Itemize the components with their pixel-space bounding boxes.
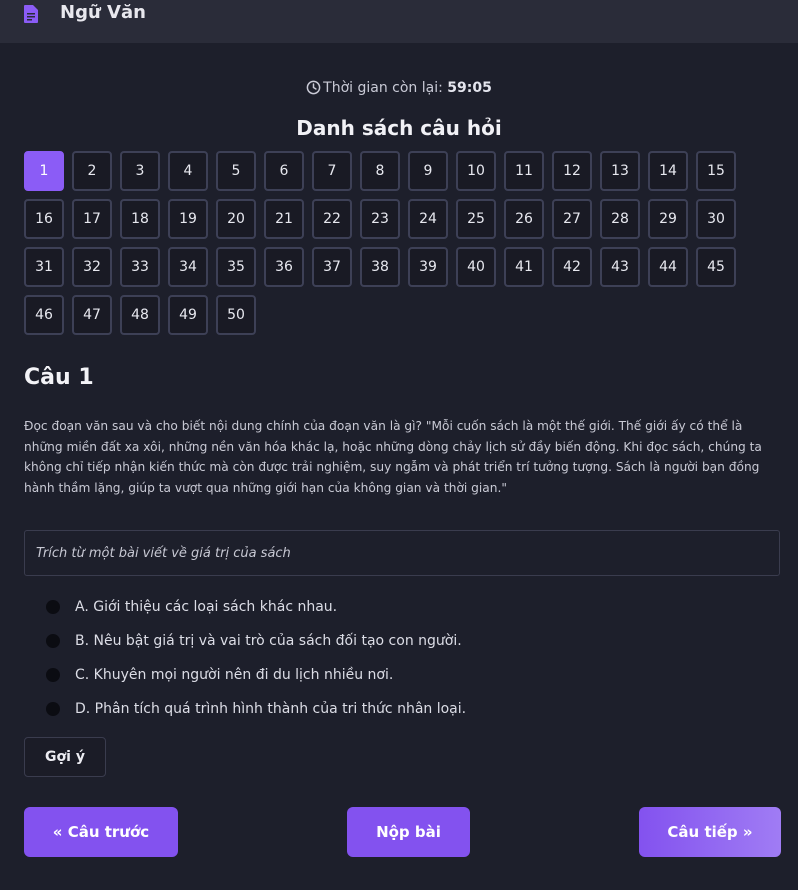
question-number-button-13[interactable]: 13 bbox=[600, 151, 640, 191]
question-number-button-12[interactable]: 12 bbox=[552, 151, 592, 191]
timer-value: 59:05 bbox=[447, 80, 492, 96]
question-number-button-17[interactable]: 17 bbox=[72, 199, 112, 239]
question-number-button-33[interactable]: 33 bbox=[120, 247, 160, 287]
question-number-button-18[interactable]: 18 bbox=[120, 199, 160, 239]
question-number-button-25[interactable]: 25 bbox=[456, 199, 496, 239]
question-text: Đọc đoạn văn sau và cho biết nội dung ch… bbox=[24, 419, 762, 495]
countdown-timer: Thời gian còn lại: 59:05 bbox=[0, 80, 798, 96]
clock-icon bbox=[306, 80, 321, 95]
question-number-button-32[interactable]: 32 bbox=[72, 247, 112, 287]
option-d[interactable]: D. Phân tích quá trình hình thành của tr… bbox=[46, 692, 746, 726]
question-number-button-7[interactable]: 7 bbox=[312, 151, 352, 191]
question-number-button-43[interactable]: 43 bbox=[600, 247, 640, 287]
question-number-button-5[interactable]: 5 bbox=[216, 151, 256, 191]
option-label: A. Giới thiệu các loại sách khác nhau. bbox=[75, 599, 338, 615]
question-number-button-30[interactable]: 30 bbox=[696, 199, 736, 239]
subject-title: Ngữ Văn bbox=[60, 2, 146, 23]
question-number-button-10[interactable]: 10 bbox=[456, 151, 496, 191]
question-number-button-9[interactable]: 9 bbox=[408, 151, 448, 191]
question-number-button-23[interactable]: 23 bbox=[360, 199, 400, 239]
question-number-button-39[interactable]: 39 bbox=[408, 247, 448, 287]
question-number-button-29[interactable]: 29 bbox=[648, 199, 688, 239]
question-number-button-1[interactable]: 1 bbox=[24, 151, 64, 191]
source-text: Trích từ một bài viết về giá trị của sác… bbox=[36, 545, 291, 561]
question-number-button-6[interactable]: 6 bbox=[264, 151, 304, 191]
question-number-button-2[interactable]: 2 bbox=[72, 151, 112, 191]
question-heading: Câu 1 bbox=[24, 365, 94, 390]
question-number-button-21[interactable]: 21 bbox=[264, 199, 304, 239]
next-question-button[interactable]: Câu tiếp » bbox=[639, 807, 781, 857]
question-number-button-28[interactable]: 28 bbox=[600, 199, 640, 239]
radio-button[interactable] bbox=[46, 702, 60, 716]
option-label: D. Phân tích quá trình hình thành của tr… bbox=[75, 701, 467, 717]
question-number-button-16[interactable]: 16 bbox=[24, 199, 64, 239]
question-number-button-50[interactable]: 50 bbox=[216, 295, 256, 335]
option-label: C. Khuyên mọi người nên đi du lịch nhiều… bbox=[75, 667, 394, 683]
radio-button[interactable] bbox=[46, 600, 60, 614]
question-number-button-8[interactable]: 8 bbox=[360, 151, 400, 191]
option-c[interactable]: C. Khuyên mọi người nên đi du lịch nhiều… bbox=[46, 658, 746, 692]
question-number-button-4[interactable]: 4 bbox=[168, 151, 208, 191]
question-number-button-34[interactable]: 34 bbox=[168, 247, 208, 287]
question-number-grid: 1 2 3 4 5 6 7 8 9 10 11 12 13 14 15 16 17 18 19 20 21 22 23 24 2… bbox=[24, 151, 744, 335]
question-number-button-14[interactable]: 14 bbox=[648, 151, 688, 191]
question-number-button-11[interactable]: 11 bbox=[504, 151, 544, 191]
previous-question-button[interactable]: « Câu trước bbox=[24, 807, 178, 857]
question-number-button-31[interactable]: 31 bbox=[24, 247, 64, 287]
question-number-button-20[interactable]: 20 bbox=[216, 199, 256, 239]
radio-button[interactable] bbox=[46, 634, 60, 648]
question-number-button-27[interactable]: 27 bbox=[552, 199, 592, 239]
option-b[interactable]: B. Nêu bật giá trị và vai trò của sách đ… bbox=[46, 624, 746, 658]
timer-label: Thời gian còn lại: bbox=[323, 80, 443, 96]
question-number-button-49[interactable]: 49 bbox=[168, 295, 208, 335]
question-number-button-22[interactable]: 22 bbox=[312, 199, 352, 239]
radio-button[interactable] bbox=[46, 668, 60, 682]
question-number-button-24[interactable]: 24 bbox=[408, 199, 448, 239]
question-number-button-15[interactable]: 15 bbox=[696, 151, 736, 191]
top-bar: Ngữ Văn bbox=[0, 0, 798, 43]
option-a[interactable]: A. Giới thiệu các loại sách khác nhau. bbox=[46, 590, 746, 624]
question-number-button-26[interactable]: 26 bbox=[504, 199, 544, 239]
option-label: B. Nêu bật giá trị và vai trò của sách đ… bbox=[75, 633, 462, 649]
hint-button[interactable]: Gợi ý bbox=[24, 737, 106, 777]
question-number-button-46[interactable]: 46 bbox=[24, 295, 64, 335]
question-number-button-40[interactable]: 40 bbox=[456, 247, 496, 287]
question-number-button-37[interactable]: 37 bbox=[312, 247, 352, 287]
question-number-button-35[interactable]: 35 bbox=[216, 247, 256, 287]
source-note: Trích từ một bài viết về giá trị của sác… bbox=[24, 530, 780, 576]
question-number-button-36[interactable]: 36 bbox=[264, 247, 304, 287]
document-icon bbox=[24, 5, 38, 23]
question-number-button-44[interactable]: 44 bbox=[648, 247, 688, 287]
submit-button[interactable]: Nộp bài bbox=[347, 807, 470, 857]
question-number-button-41[interactable]: 41 bbox=[504, 247, 544, 287]
question-number-button-3[interactable]: 3 bbox=[120, 151, 160, 191]
question-number-button-45[interactable]: 45 bbox=[696, 247, 736, 287]
question-number-button-38[interactable]: 38 bbox=[360, 247, 400, 287]
question-number-button-42[interactable]: 42 bbox=[552, 247, 592, 287]
question-list-title: Danh sách câu hỏi bbox=[296, 116, 502, 140]
answer-options: A. Giới thiệu các loại sách khác nhau. B… bbox=[46, 590, 746, 726]
question-number-button-48[interactable]: 48 bbox=[120, 295, 160, 335]
question-number-button-47[interactable]: 47 bbox=[72, 295, 112, 335]
question-number-button-19[interactable]: 19 bbox=[168, 199, 208, 239]
